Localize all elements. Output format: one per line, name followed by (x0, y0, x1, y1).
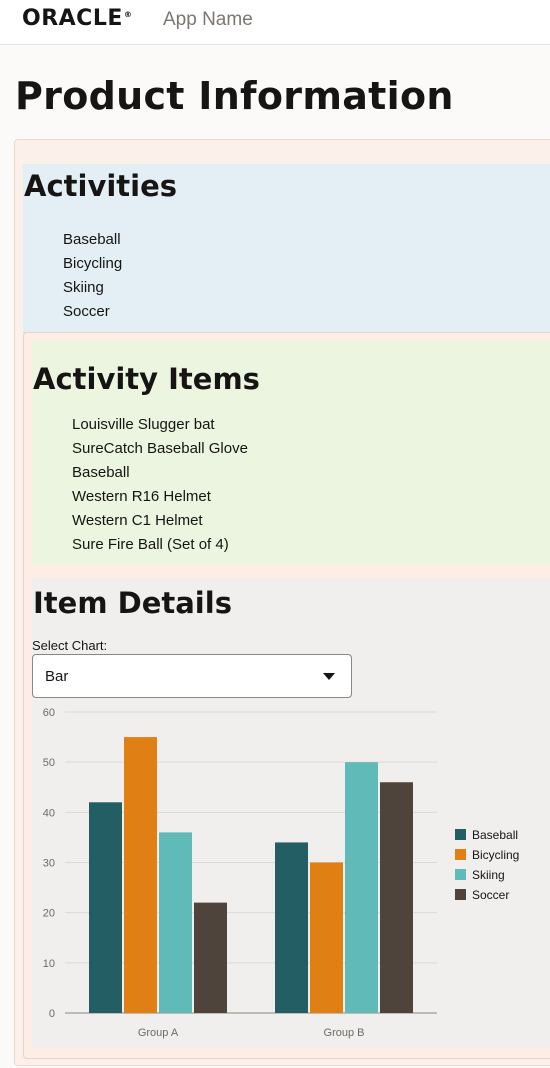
activity-item[interactable]: SureCatch Baseball Glove (72, 437, 248, 461)
select-chart-label: Select Chart: (32, 638, 108, 653)
oracle-logo[interactable]: ORACLE® (22, 6, 132, 31)
chart-type-value: Bar (45, 668, 69, 685)
bar (345, 762, 378, 1013)
activity-item[interactable]: Western C1 Helmet (72, 509, 248, 533)
legend-label: Soccer (472, 888, 509, 902)
brand-text: ORACLE (22, 6, 123, 31)
page-title: Product Information (15, 74, 454, 118)
bar (380, 782, 413, 1013)
activity-item[interactable]: Sure Fire Ball (Set of 4) (72, 533, 248, 557)
legend-swatch (455, 829, 466, 840)
activity-items-list: Louisville Slugger bat SureCatch Basebal… (72, 413, 248, 557)
dropdown-arrow-icon (323, 673, 335, 680)
bar (194, 902, 227, 1013)
legend-label: Bicycling (472, 848, 519, 862)
activity-item-skiing[interactable]: Skiing (63, 276, 122, 300)
activity-item[interactable]: Louisville Slugger bat (72, 413, 248, 437)
activities-list: Baseball Bicycling Skiing Soccer (63, 228, 122, 324)
registered-mark: ® (123, 10, 133, 19)
y-tick-label: 60 (43, 707, 55, 719)
item-details-title: Item Details (33, 586, 232, 620)
y-tick-label: 30 (43, 858, 55, 870)
y-tick-label: 10 (43, 958, 55, 970)
app-header: ORACLE® App Name (0, 0, 550, 45)
bar (124, 737, 157, 1013)
legend-swatch (455, 889, 466, 900)
app-name: App Name (163, 9, 253, 30)
activity-item-baseball[interactable]: Baseball (63, 228, 122, 252)
activity-items-title: Activity Items (33, 362, 260, 396)
legend-swatch (455, 869, 466, 880)
legend-swatch (455, 849, 466, 860)
y-tick-label: 0 (49, 1008, 55, 1020)
bar (275, 842, 308, 1013)
activity-item-bicycling[interactable]: Bicycling (63, 252, 122, 276)
activities-title: Activities (24, 169, 178, 203)
activity-item-soccer[interactable]: Soccer (63, 300, 122, 324)
bar (159, 832, 192, 1013)
y-tick-label: 40 (43, 807, 55, 819)
bar (89, 802, 122, 1013)
activity-item[interactable]: Western R16 Helmet (72, 485, 248, 509)
activity-item[interactable]: Baseball (72, 461, 248, 485)
bar (310, 862, 343, 1013)
bar-chart: 0 10 20 30 40 50 60 Group A Group B Baseball Bicyc… (43, 707, 520, 1039)
chart-type-select[interactable]: Bar (32, 654, 352, 698)
legend-label: Skiing (472, 868, 505, 882)
y-tick-label: 50 (43, 757, 55, 769)
x-tick-label: Group A (138, 1027, 179, 1039)
x-tick-label: Group B (324, 1027, 365, 1039)
legend-label: Baseball (472, 828, 518, 842)
y-tick-label: 20 (43, 908, 55, 920)
